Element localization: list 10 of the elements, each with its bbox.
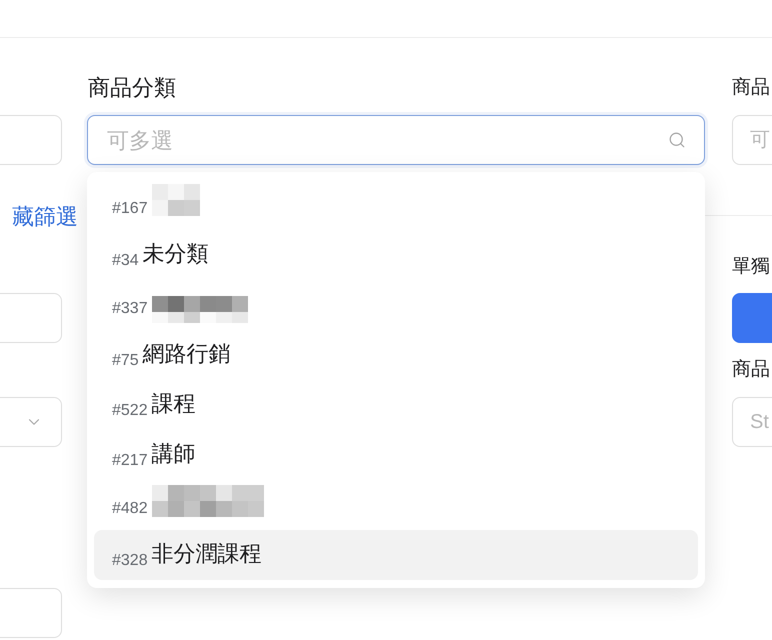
input-field[interactable] (0, 115, 62, 165)
field-label: 商品 (732, 358, 770, 382)
field-label: 單獨 (732, 255, 770, 279)
input-field[interactable] (0, 293, 62, 343)
hide-filter-link[interactable]: 藏篩選 (0, 200, 78, 234)
select-field[interactable] (0, 397, 62, 447)
field-label: 商品 (732, 76, 770, 100)
search-icon (668, 131, 686, 149)
field-label: 商品分類 (87, 75, 176, 101)
input-field[interactable] (0, 588, 62, 638)
